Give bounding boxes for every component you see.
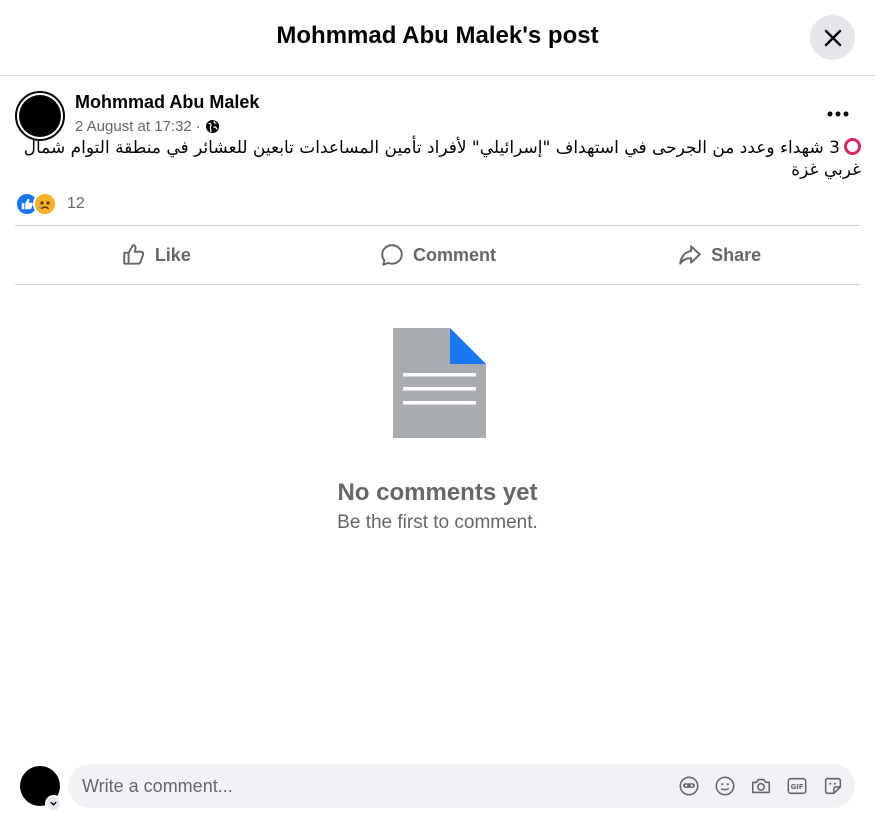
share-label: Share — [711, 244, 762, 265]
author-avatar[interactable] — [15, 91, 65, 141]
like-icon — [123, 244, 144, 265]
svg-text:GIF: GIF — [791, 783, 804, 791]
comment-input[interactable] — [82, 764, 662, 808]
more-horizontal-icon — [827, 111, 849, 117]
dialog-title: Mohmmad Abu Malek's post — [276, 22, 599, 49]
emoji-icon[interactable] — [713, 774, 737, 798]
like-button[interactable]: Like — [15, 226, 297, 284]
post-actions: Like Comment Share — [15, 225, 860, 285]
like-label: Like — [154, 244, 191, 265]
comment-composer: GIF — [68, 764, 855, 808]
close-icon — [824, 29, 841, 46]
empty-comments-subtitle: Be the first to comment. — [337, 512, 538, 533]
author-name[interactable]: Mohmmad Abu Malek — [75, 92, 259, 113]
meta-separator: · — [195, 118, 201, 135]
share-icon — [679, 245, 701, 265]
sad-reaction-icon — [33, 192, 57, 216]
comment-label: Comment — [413, 244, 497, 265]
reaction-count[interactable]: 12 — [67, 195, 85, 213]
avatar-sticker-icon[interactable] — [677, 774, 701, 798]
red-ring-icon — [844, 138, 861, 155]
post-meta: 2 August at 17:32 · — [75, 118, 220, 135]
share-button[interactable]: Share — [578, 226, 860, 284]
gif-icon[interactable]: GIF — [785, 774, 809, 798]
chevron-down-icon[interactable] — [45, 795, 62, 812]
reactions-summary[interactable]: 12 — [15, 192, 85, 216]
document-icon — [393, 328, 486, 438]
comment-button[interactable]: Comment — [297, 226, 579, 284]
more-options-button[interactable] — [822, 100, 854, 128]
globe-icon[interactable] — [205, 119, 220, 134]
camera-icon[interactable] — [749, 774, 773, 798]
composer-tools: GIF — [677, 774, 845, 798]
post-body: 3 شهداء وعدد من الجرحى في استهداف "إسرائ… — [23, 138, 861, 180]
sticker-icon[interactable] — [821, 774, 845, 798]
scrollbar[interactable] — [868, 76, 875, 832]
post-timestamp[interactable]: 2 August at 17:32 — [75, 118, 192, 135]
close-button[interactable] — [810, 15, 855, 60]
comment-icon — [381, 244, 403, 266]
post-text: 3 شهداء وعدد من الجرحى في استهداف "إسرائ… — [15, 137, 861, 181]
empty-comments-title: No comments yet — [337, 479, 538, 506]
dialog-header: Mohmmad Abu Malek's post — [0, 0, 875, 76]
